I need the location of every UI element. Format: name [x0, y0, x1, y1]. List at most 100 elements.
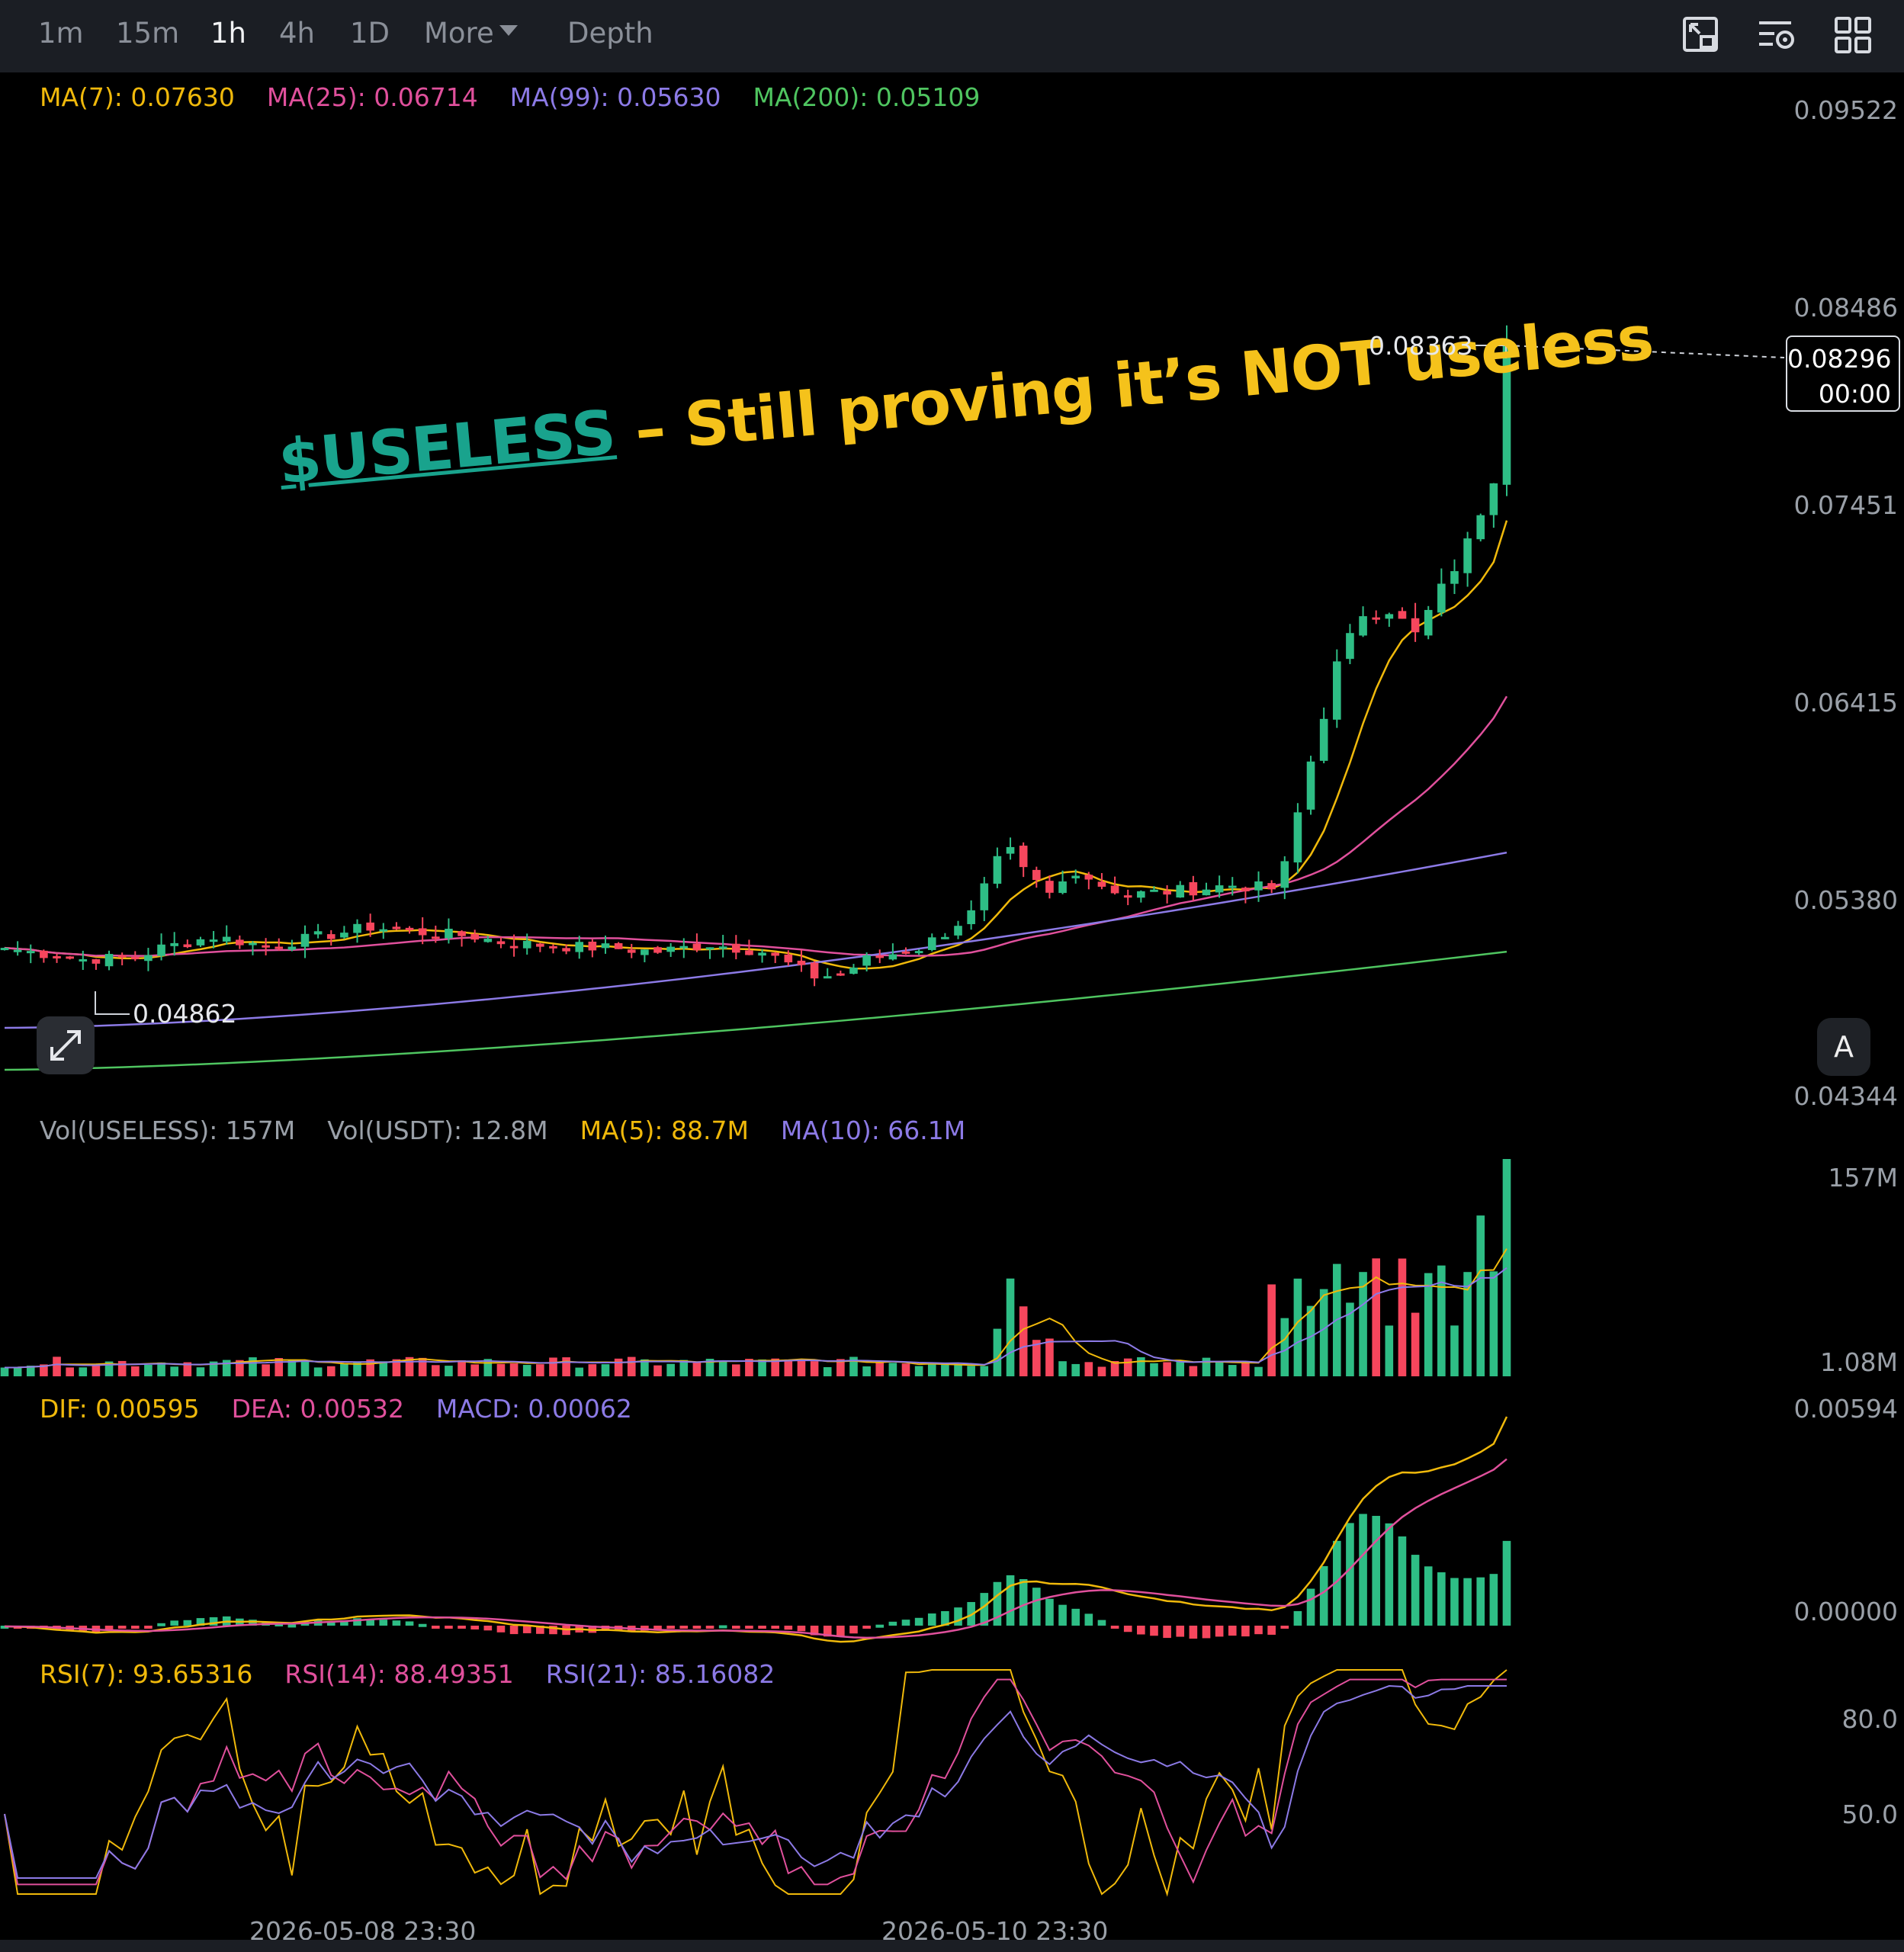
tab-1h[interactable]: 1h [210, 17, 246, 50]
volume-bar [914, 1366, 923, 1376]
volume-bar [170, 1366, 179, 1376]
macd-bar [1071, 1608, 1080, 1626]
tab-1m[interactable]: 1m [38, 17, 84, 50]
macd-bar [1398, 1536, 1407, 1626]
candle-down [1411, 618, 1420, 633]
candle-down [1097, 881, 1106, 887]
expand-arrows-icon [50, 1030, 81, 1061]
volume-bar [1372, 1258, 1381, 1376]
candle-up [209, 939, 218, 942]
macd-bar [836, 1626, 845, 1636]
volume-bar [1137, 1357, 1145, 1376]
volume-bar [901, 1363, 910, 1376]
volume-bar [1489, 1271, 1498, 1376]
volume-bar [340, 1363, 348, 1376]
candle-up [575, 942, 584, 952]
macd-bar [183, 1620, 192, 1626]
chevron-down-icon[interactable] [499, 25, 518, 36]
legend-vol-base: Vol(USELESS): 157M [40, 1116, 296, 1145]
candle-up [1071, 875, 1080, 878]
tab-1d[interactable]: 1D [350, 17, 390, 50]
price-legend: MA(7): 0.07630 MA(25): 0.06714 MA(99): 0… [40, 82, 980, 112]
candle-down [1032, 869, 1041, 881]
candle-up [249, 942, 257, 946]
volume-bar [784, 1359, 793, 1376]
candle-down [431, 936, 440, 939]
volume-bar [927, 1363, 936, 1376]
macd-bar [1489, 1574, 1498, 1626]
macd-bar [1267, 1626, 1276, 1635]
candle-down [1045, 881, 1054, 893]
volume-bar [980, 1366, 989, 1376]
candle-up [1332, 661, 1341, 720]
candle-up [379, 929, 388, 932]
candle-up [1006, 846, 1015, 854]
volume-bar [13, 1367, 22, 1376]
macd-bar [170, 1620, 179, 1626]
candle-up [927, 937, 936, 950]
volume-bar [575, 1367, 584, 1376]
candle-up [1424, 609, 1433, 636]
macd-bar [745, 1626, 753, 1629]
indicator-settings-icon[interactable] [1756, 15, 1797, 56]
candle-down [1267, 883, 1276, 890]
tab-4h[interactable]: 4h [279, 17, 315, 50]
volume-bar [1189, 1366, 1198, 1376]
macd-bar [901, 1620, 910, 1626]
volume-bar [588, 1364, 597, 1376]
candle-down [130, 956, 140, 959]
candle-down [40, 950, 48, 958]
candle-up [1359, 616, 1367, 636]
macd-axis-label: 0.00594 [1793, 1394, 1898, 1424]
macd-bar [470, 1626, 480, 1629]
candle-down [797, 960, 806, 965]
candle-up [980, 883, 989, 910]
candle-up [340, 933, 348, 938]
rsi-axis-label: 50.0 [1841, 1800, 1898, 1829]
volume-bar [731, 1364, 740, 1376]
volume-bar [627, 1356, 636, 1376]
volume-bar [1176, 1360, 1185, 1376]
candle-down [470, 933, 480, 940]
auto-scale-button[interactable]: A [1817, 1018, 1870, 1076]
candle-down [1123, 895, 1132, 898]
legend-vol-ma10: MA(10): 66.1M [780, 1116, 966, 1145]
macd-bar [379, 1620, 388, 1626]
candle-up [1385, 614, 1394, 619]
volume-axis-label: 1.08M [1820, 1347, 1898, 1377]
candle-up [954, 926, 962, 936]
expand-chart-button[interactable] [37, 1016, 95, 1074]
candle-up [1437, 583, 1446, 613]
macd-bar [1097, 1620, 1106, 1626]
candle-up [13, 949, 22, 952]
fullscreen-chart-icon[interactable] [1681, 15, 1723, 56]
macd-bar [1463, 1578, 1472, 1626]
volume-bar [1385, 1325, 1394, 1376]
candle-down [1084, 875, 1093, 880]
candle-down [275, 946, 284, 949]
legend-vol-quote: Vol(USDT): 12.8M [327, 1116, 548, 1145]
candle-up [1176, 884, 1185, 898]
volume-bar [0, 1367, 9, 1376]
volume-bar [222, 1360, 231, 1376]
macd-bar [888, 1621, 897, 1626]
volume-bar [1058, 1361, 1067, 1376]
volume-bar [653, 1365, 662, 1376]
candle-up [1202, 889, 1211, 896]
volume-bar [1267, 1284, 1276, 1376]
candle-down [92, 959, 101, 964]
candle-down [627, 949, 636, 953]
rsi14-line [4, 1678, 1507, 1886]
candle-up [1293, 812, 1302, 863]
low-price-marker: 0.04862 [133, 999, 237, 1029]
volume-bar [1476, 1215, 1485, 1376]
volume-bar [79, 1367, 88, 1376]
candle-up [1150, 889, 1158, 892]
macd-bar [130, 1626, 140, 1629]
tab-more[interactable]: More [424, 17, 494, 50]
tab-depth[interactable]: Depth [567, 17, 653, 50]
grid-layout-icon[interactable] [1833, 15, 1874, 56]
candle-down [262, 945, 270, 948]
candle-down [66, 956, 74, 959]
tab-15m[interactable]: 15m [116, 17, 179, 50]
